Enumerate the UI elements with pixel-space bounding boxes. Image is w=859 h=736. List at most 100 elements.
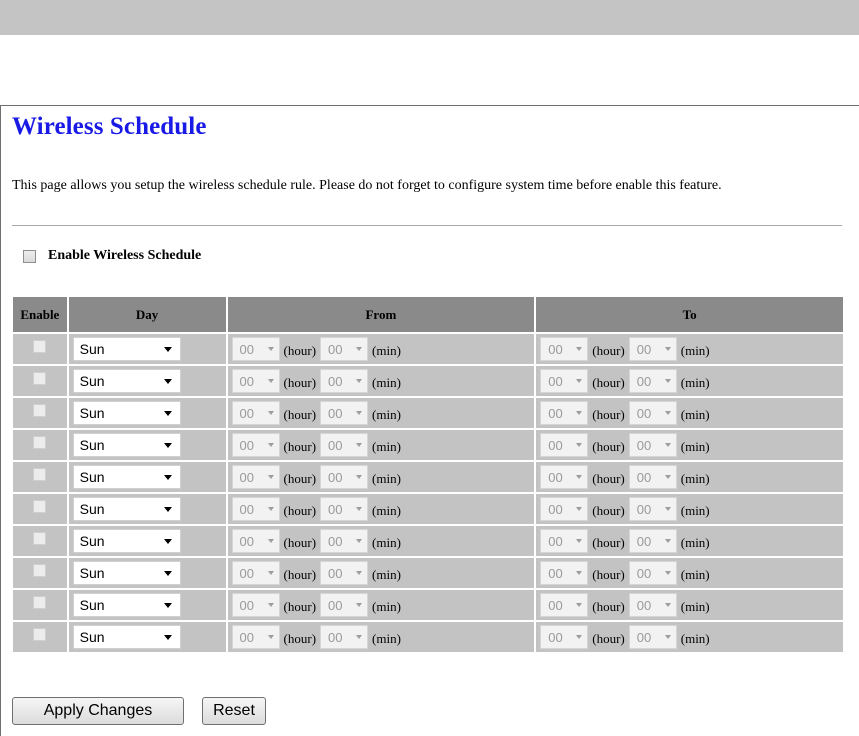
to-hour-select[interactable]: 00 (540, 625, 589, 649)
hour-unit-label: (hour) (283, 407, 317, 422)
row-enable-checkbox[interactable] (33, 500, 47, 513)
row-enable-checkbox[interactable] (33, 596, 47, 609)
from-hour-select[interactable]: 00 (231, 593, 280, 617)
to-hour-select[interactable]: 00 (540, 561, 589, 585)
row-to-cell: 00 (hour) 00 (min) (536, 526, 843, 556)
chevron-down-icon (576, 603, 583, 607)
chevron-down-icon (163, 506, 172, 512)
row-enable-checkbox[interactable] (33, 532, 47, 545)
day-select[interactable]: Sun (72, 465, 181, 489)
min-unit-label: (min) (680, 439, 710, 454)
day-select[interactable]: Sun (72, 369, 181, 393)
from-min-select-value: 00 (328, 437, 343, 453)
day-select[interactable]: Sun (72, 337, 181, 361)
from-min-select[interactable]: 00 (320, 465, 369, 489)
to-min-select[interactable]: 00 (628, 561, 677, 585)
from-min-select[interactable]: 00 (320, 369, 369, 393)
table-row: Sun 00 (hour) 00 (min) 00 (hour) 00 (min) (13, 590, 843, 620)
row-to-cell: 00 (hour) 00 (min) (536, 398, 843, 428)
header-enable: Enable (13, 297, 67, 332)
to-min-select[interactable]: 00 (628, 625, 677, 649)
to-min-select[interactable]: 00 (628, 401, 677, 425)
from-hour-select[interactable]: 00 (231, 497, 280, 521)
to-min-select[interactable]: 00 (628, 465, 677, 489)
row-enable-cell (13, 494, 67, 524)
apply-changes-button[interactable]: Apply Changes (12, 697, 184, 725)
enable-schedule-label[interactable]: Enable Wireless Schedule (48, 248, 201, 264)
to-hour-select[interactable]: 00 (540, 593, 589, 617)
from-min-select[interactable]: 00 (320, 433, 369, 457)
from-hour-select[interactable]: 00 (231, 401, 280, 425)
from-min-select[interactable]: 00 (320, 337, 369, 361)
enable-schedule-checkbox[interactable] (23, 249, 36, 263)
row-enable-checkbox[interactable] (33, 436, 47, 449)
to-hour-select[interactable]: 00 (540, 401, 589, 425)
from-hour-select[interactable]: 00 (231, 529, 280, 553)
from-hour-select[interactable]: 00 (231, 433, 280, 457)
to-min-select[interactable]: 00 (628, 497, 677, 521)
row-enable-checkbox[interactable] (33, 372, 47, 385)
row-enable-checkbox[interactable] (33, 564, 47, 577)
row-enable-checkbox[interactable] (33, 404, 47, 417)
to-hour-select-value: 00 (548, 629, 563, 645)
hour-unit-label: (hour) (283, 567, 317, 582)
day-select[interactable]: Sun (72, 625, 181, 649)
row-from-cell: 00 (hour) 00 (min) (227, 430, 535, 460)
to-hour-select[interactable]: 00 (540, 369, 589, 393)
row-from-cell: 00 (hour) 00 (min) (227, 590, 535, 620)
min-unit-label: (min) (372, 343, 401, 358)
from-min-select-value: 00 (328, 341, 343, 357)
from-hour-select-value: 00 (239, 373, 254, 389)
from-min-select[interactable]: 00 (320, 593, 369, 617)
day-select[interactable]: Sun (72, 401, 181, 425)
chevron-down-icon (163, 346, 172, 352)
day-select[interactable]: Sun (72, 497, 181, 521)
from-hour-select-value: 00 (239, 629, 254, 645)
day-select[interactable]: Sun (72, 433, 181, 457)
to-min-select[interactable]: 00 (628, 593, 677, 617)
from-min-select[interactable]: 00 (320, 401, 369, 425)
page-title: Wireless Schedule (12, 113, 207, 140)
day-select[interactable]: Sun (72, 561, 181, 585)
from-hour-select-value: 00 (239, 501, 254, 517)
from-min-select[interactable]: 00 (320, 561, 369, 585)
to-min-select[interactable]: 00 (628, 337, 677, 361)
from-hour-select[interactable]: 00 (231, 337, 280, 361)
row-enable-checkbox[interactable] (33, 468, 47, 481)
to-min-select[interactable]: 00 (628, 433, 677, 457)
row-enable-cell (13, 558, 67, 588)
to-min-select[interactable]: 00 (628, 369, 677, 393)
from-hour-select-value: 00 (239, 437, 254, 453)
to-hour-select[interactable]: 00 (540, 529, 589, 553)
row-enable-checkbox[interactable] (33, 628, 47, 641)
row-enable-cell (13, 430, 67, 460)
from-min-select[interactable]: 00 (320, 497, 369, 521)
day-select-value: Sun (79, 565, 105, 581)
row-day-cell: Sun (68, 622, 226, 652)
to-min-select[interactable]: 00 (628, 529, 677, 553)
from-hour-select[interactable]: 00 (231, 465, 280, 489)
to-hour-select[interactable]: 00 (540, 337, 589, 361)
to-hour-select[interactable]: 00 (540, 465, 589, 489)
to-hour-select[interactable]: 00 (540, 433, 589, 457)
from-min-select[interactable]: 00 (320, 625, 369, 649)
min-unit-label: (min) (372, 631, 401, 646)
table-row: Sun 00 (hour) 00 (min) 00 (hour) 00 (min) (13, 622, 843, 652)
day-select[interactable]: Sun (72, 593, 181, 617)
reset-button[interactable]: Reset (202, 697, 266, 725)
row-enable-checkbox[interactable] (33, 340, 47, 353)
chevron-down-icon (356, 635, 363, 639)
schedule-table-header: Enable Day From To (13, 297, 843, 332)
from-min-select-value: 00 (328, 597, 343, 613)
to-hour-select[interactable]: 00 (540, 497, 589, 521)
from-hour-select[interactable]: 00 (231, 561, 280, 585)
row-from-cell: 00 (hour) 00 (min) (227, 462, 535, 492)
min-unit-label: (min) (372, 535, 401, 550)
from-hour-select[interactable]: 00 (231, 369, 280, 393)
min-unit-label: (min) (680, 503, 710, 518)
day-select[interactable]: Sun (72, 529, 181, 553)
min-unit-label: (min) (680, 375, 710, 390)
day-select-value: Sun (79, 533, 105, 549)
from-min-select[interactable]: 00 (320, 529, 369, 553)
from-hour-select[interactable]: 00 (231, 625, 280, 649)
